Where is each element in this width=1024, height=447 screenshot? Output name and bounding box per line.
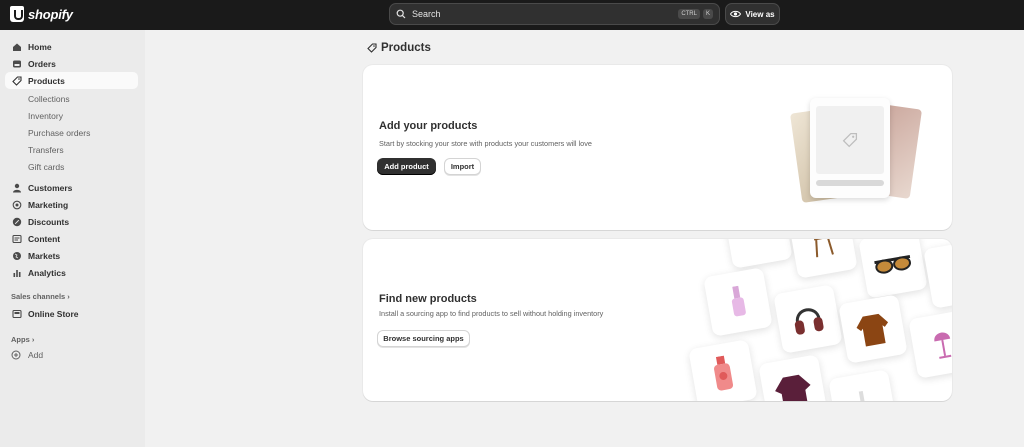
frame-image-placeholder — [816, 106, 884, 174]
sidebar-item-analytics[interactable]: Analytics — [5, 264, 138, 281]
sidebar-subitem-gift-cards[interactable]: Gift cards — [28, 162, 64, 172]
content-icon — [12, 234, 22, 244]
sidebar-item-home[interactable]: Home — [5, 38, 138, 55]
sales-channels-label: Sales channels — [11, 292, 66, 301]
sidebar-add-app[interactable]: Add — [11, 350, 43, 360]
stool-icon — [813, 239, 834, 258]
view-as-label: View as — [745, 9, 775, 19]
product-tile — [923, 239, 952, 309]
tag-icon — [842, 132, 858, 148]
sidebar-item-markets[interactable]: Markets — [5, 247, 138, 264]
sidebar-subitem-inventory[interactable]: Inventory — [28, 111, 63, 121]
product-tile — [688, 339, 758, 401]
sidebar-subitem-purchase-orders[interactable]: Purchase orders — [28, 128, 90, 138]
product-tile — [828, 369, 898, 401]
sidebar-item-label: Markets — [28, 250, 61, 261]
headphones-icon — [794, 308, 824, 335]
view-as-button[interactable]: View as — [725, 3, 780, 25]
sidebar-item-discounts[interactable]: Discounts — [5, 213, 138, 230]
eye-icon — [730, 10, 742, 18]
home-icon — [12, 42, 22, 52]
import-button[interactable]: Import — [444, 158, 481, 175]
frame-bar — [816, 180, 884, 186]
tag-icon — [12, 75, 22, 86]
sidebar-item-label: Discounts — [28, 216, 70, 227]
product-tile — [838, 294, 908, 364]
product-tile — [773, 284, 843, 354]
chevron-right-icon: › — [31, 335, 35, 344]
search-placeholder: Search — [412, 9, 441, 19]
sidebar-item-online-store[interactable]: Online Store — [5, 305, 138, 322]
sales-channels-heading[interactable]: Sales channels › — [11, 292, 70, 301]
sidebar-subitem-transfers[interactable]: Transfers — [28, 145, 64, 155]
sidebar-item-label: Marketing — [28, 199, 69, 210]
product-tile — [723, 239, 793, 269]
add-products-description: Start by stocking your store with produc… — [379, 139, 592, 148]
browse-sourcing-apps-button[interactable]: Browse sourcing apps — [377, 330, 470, 347]
apps-heading[interactable]: Apps › — [11, 335, 34, 344]
shopify-bag-icon — [10, 6, 24, 22]
product-tile — [788, 239, 858, 279]
lamp-icon — [934, 332, 952, 359]
product-tile — [908, 309, 952, 379]
dropper-icon — [858, 390, 867, 401]
shortcut-k: K — [702, 9, 713, 19]
logo-text: shopify — [28, 6, 73, 22]
add-products-card: Add your products Start by stocking your… — [363, 65, 952, 230]
tag-icon — [367, 43, 377, 53]
product-tile — [703, 267, 773, 337]
discount-icon — [12, 217, 22, 227]
sidebar-item-orders[interactable]: Orders — [5, 55, 138, 72]
nail-polish-icon — [731, 285, 746, 317]
sidebar-item-label: Online Store — [28, 308, 79, 319]
sidebar: Home Orders Products Collections Invento… — [0, 30, 145, 447]
product-frame — [810, 98, 890, 198]
bar-chart-icon — [12, 268, 22, 278]
product-tile — [858, 239, 928, 299]
sidebar-item-label: Orders — [28, 58, 56, 69]
product-tile — [758, 354, 828, 401]
sidebar-item-label: Analytics — [28, 267, 66, 278]
sidebar-item-customers[interactable]: Customers — [5, 179, 138, 196]
chevron-right-icon: › — [67, 292, 70, 301]
sidebar-item-marketing[interactable]: Marketing — [5, 196, 138, 213]
jacket-icon — [775, 374, 811, 401]
sidebar-item-label: Content — [28, 233, 61, 244]
find-products-description: Install a sourcing app to find products … — [379, 309, 604, 318]
page-title-text: Products — [381, 42, 431, 54]
sunglasses-icon — [874, 254, 911, 274]
add-products-title: Add your products — [379, 120, 478, 132]
person-icon — [12, 183, 22, 193]
page-title: Products — [367, 42, 431, 54]
search-icon — [396, 9, 406, 19]
search-bar[interactable]: Search CTRL K — [389, 3, 720, 25]
shopify-logo[interactable]: shopify — [10, 6, 73, 22]
products-illustration — [788, 90, 923, 210]
add-label: Add — [28, 350, 44, 360]
shortcut-ctrl: CTRL — [678, 9, 700, 19]
orders-icon — [12, 59, 22, 69]
sidebar-subitem-collections[interactable]: Collections — [28, 94, 70, 104]
top-bar: shopify Search CTRL K View as — [0, 0, 1024, 30]
sidebar-item-label: Products — [28, 75, 65, 86]
plus-circle-icon — [11, 350, 21, 360]
bottle-icon — [714, 355, 734, 391]
sidebar-item-label: Customers — [28, 182, 73, 193]
sidebar-item-products[interactable]: Products — [5, 72, 138, 89]
sourcing-illustration — [683, 239, 952, 401]
find-products-card: Find new products Install a sourcing app… — [363, 239, 952, 401]
sidebar-item-label: Home — [28, 41, 52, 52]
sweater-icon — [856, 313, 889, 347]
target-icon — [12, 200, 22, 210]
add-product-button[interactable]: Add product — [377, 158, 436, 175]
store-icon — [12, 309, 22, 319]
globe-icon — [12, 251, 22, 261]
apps-label: Apps — [11, 335, 30, 344]
find-products-title: Find new products — [379, 293, 477, 305]
sidebar-item-content[interactable]: Content — [5, 230, 138, 247]
